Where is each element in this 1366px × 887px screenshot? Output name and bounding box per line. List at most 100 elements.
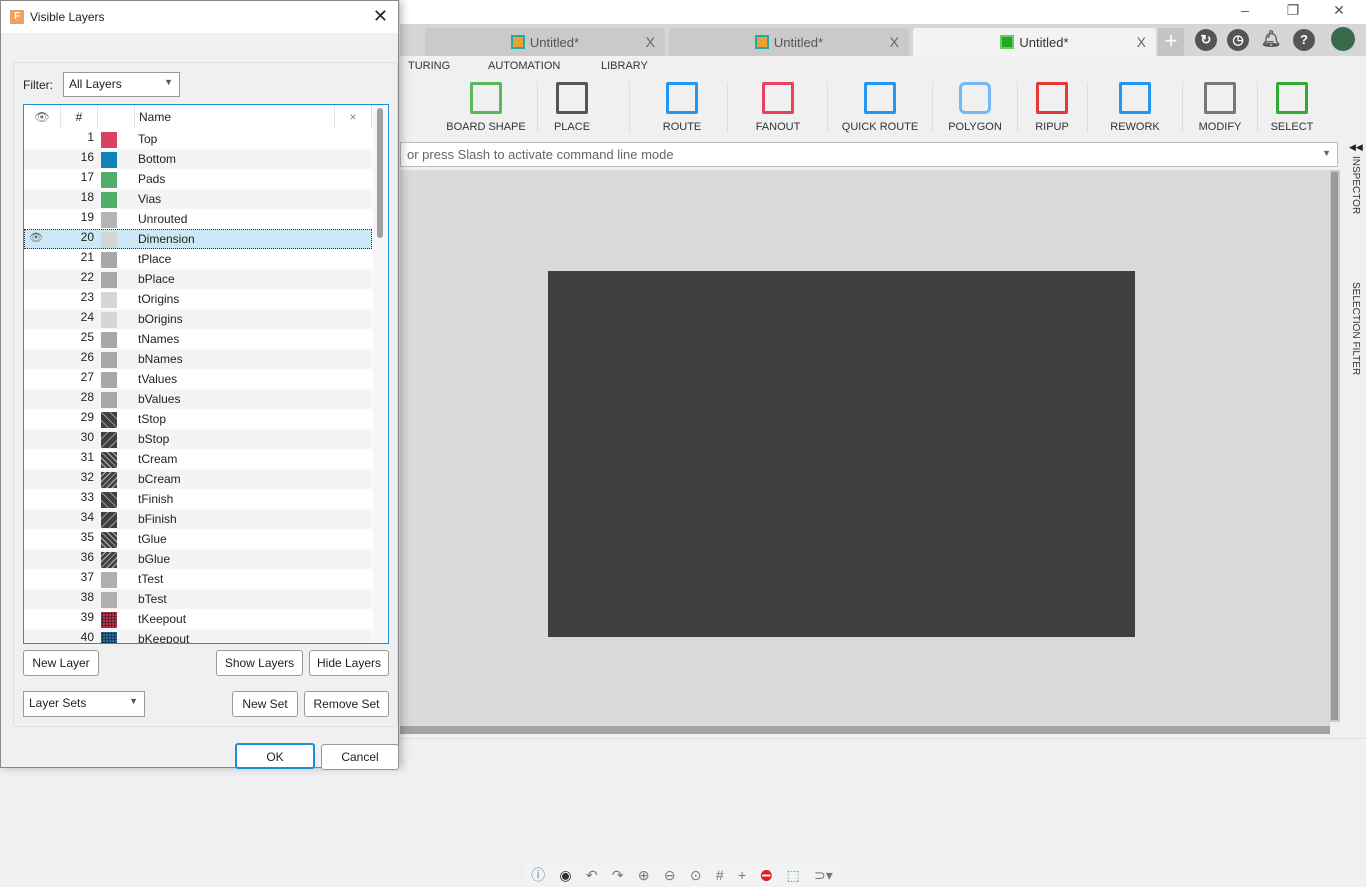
ribbon-polygon[interactable]: POLYGON bbox=[935, 80, 1015, 135]
table-scroll-thumb[interactable] bbox=[377, 108, 383, 238]
ribbon-quick-route[interactable]: QUICK ROUTE bbox=[830, 80, 930, 135]
filter-select[interactable]: All Layers ▼ bbox=[63, 72, 180, 97]
layer-row-tplace[interactable]: 21 tPlace bbox=[24, 249, 372, 269]
name-column-header[interactable]: Name bbox=[135, 105, 335, 129]
layer-color-swatch[interactable] bbox=[101, 272, 117, 288]
info-icon[interactable]: ⓘ bbox=[531, 865, 545, 885]
layer-color-swatch[interactable] bbox=[101, 172, 117, 188]
layer-row-torigins[interactable]: 23 tOrigins bbox=[24, 289, 372, 309]
ribbon-rework[interactable]: REWORK bbox=[1090, 80, 1180, 135]
layer-color-swatch[interactable] bbox=[101, 472, 117, 488]
layer-color-swatch[interactable] bbox=[101, 212, 117, 228]
layer-row-bkeepout[interactable]: 40 bKeepout bbox=[24, 629, 372, 643]
help-icon[interactable]: ? bbox=[1293, 29, 1315, 51]
layer-color-swatch[interactable] bbox=[101, 432, 117, 448]
menu-tab-automation[interactable]: AUTOMATION bbox=[488, 60, 560, 72]
tab-untitled-2[interactable]: Untitled* X bbox=[669, 28, 909, 56]
layer-row-bfinish[interactable]: 34 bFinish bbox=[24, 509, 372, 529]
new-set-button[interactable]: New Set bbox=[232, 691, 298, 717]
bell-icon[interactable]: 🔔︎ bbox=[1260, 29, 1282, 51]
layer-row-tkeepout[interactable]: 39 tKeepout bbox=[24, 609, 372, 629]
collapse-icon[interactable]: ◀◀ bbox=[1349, 142, 1363, 153]
remove-column-header[interactable]: × bbox=[335, 105, 372, 129]
layer-row-unrouted[interactable]: 19 Unrouted bbox=[24, 209, 372, 229]
close-icon[interactable]: ✕ bbox=[373, 6, 388, 27]
layer-row-bvalues[interactable]: 28 bValues bbox=[24, 389, 372, 409]
layer-color-swatch[interactable] bbox=[101, 312, 117, 328]
close-window-button[interactable]: ✕ bbox=[1324, 2, 1354, 22]
layer-color-swatch[interactable] bbox=[101, 532, 117, 548]
number-column-header[interactable]: # bbox=[61, 105, 98, 129]
eye-column-header[interactable]: 👁︎ bbox=[24, 105, 61, 129]
avatar[interactable] bbox=[1331, 27, 1355, 51]
layer-color-swatch[interactable] bbox=[101, 612, 117, 628]
zoom-out-icon[interactable]: ⊖ bbox=[664, 867, 676, 884]
cancel-button[interactable]: Cancel bbox=[321, 744, 399, 770]
layer-row-top[interactable]: 1 Top bbox=[24, 129, 372, 149]
layer-row-bplace[interactable]: 22 bPlace bbox=[24, 269, 372, 289]
zoom-in-icon[interactable]: ⊕ bbox=[638, 867, 650, 884]
history-icon[interactable]: ◷ bbox=[1227, 29, 1249, 51]
layer-color-swatch[interactable] bbox=[101, 552, 117, 568]
layer-row-btest[interactable]: 38 bTest bbox=[24, 589, 372, 609]
route-style-icon[interactable]: ⊃▾ bbox=[814, 867, 833, 884]
select-icon[interactable]: ⬚ bbox=[786, 867, 799, 884]
layer-sets-select[interactable]: Layer Sets ▼ bbox=[23, 691, 145, 717]
remove-set-button[interactable]: Remove Set bbox=[304, 691, 389, 717]
layer-row-borigins[interactable]: 24 bOrigins bbox=[24, 309, 372, 329]
chevron-down-icon[interactable]: ▼ bbox=[1322, 148, 1331, 158]
layer-color-swatch[interactable] bbox=[101, 352, 117, 368]
crosshair-icon[interactable]: + bbox=[738, 867, 746, 883]
hide-layers-button[interactable]: Hide Layers bbox=[309, 650, 389, 676]
layer-color-swatch[interactable] bbox=[101, 492, 117, 508]
board-canvas[interactable]: ⓘ ◉ ↶ ↷ ⊕ ⊖ ⊙ # + ⛔︎ ⬚ ⊃▾ bbox=[400, 170, 1330, 887]
layer-color-swatch[interactable] bbox=[101, 132, 117, 148]
stop-icon[interactable]: ⛔︎ bbox=[760, 867, 772, 884]
layer-row-pads[interactable]: 17 Pads bbox=[24, 169, 372, 189]
ribbon-route[interactable]: ROUTE bbox=[632, 80, 732, 135]
tab-untitled-1[interactable]: Untitled* X bbox=[425, 28, 665, 56]
layer-row-tcream[interactable]: 31 tCream bbox=[24, 449, 372, 469]
selection-filter-tab[interactable]: SELECTION FILTER bbox=[1350, 282, 1361, 375]
layer-color-swatch[interactable] bbox=[101, 232, 117, 248]
layer-row-bnames[interactable]: 26 bNames bbox=[24, 349, 372, 369]
minimize-button[interactable]: – bbox=[1230, 2, 1260, 22]
layer-color-swatch[interactable] bbox=[101, 372, 117, 388]
show-layers-button[interactable]: Show Layers bbox=[216, 650, 303, 676]
close-tab-icon[interactable]: X bbox=[646, 34, 655, 50]
eye-icon[interactable]: ◉ bbox=[559, 867, 571, 884]
eye-icon[interactable]: 👁︎ bbox=[29, 231, 43, 244]
layer-row-bglue[interactable]: 36 bGlue bbox=[24, 549, 372, 569]
layer-row-tglue[interactable]: 35 tGlue bbox=[24, 529, 372, 549]
layer-row-tnames[interactable]: 25 tNames bbox=[24, 329, 372, 349]
ribbon-select[interactable]: SELECT bbox=[1260, 80, 1324, 135]
ribbon-place[interactable]: PLACE bbox=[540, 80, 604, 135]
layer-color-swatch[interactable] bbox=[101, 412, 117, 428]
new-tab-button[interactable]: + bbox=[1158, 28, 1184, 56]
layer-color-swatch[interactable] bbox=[101, 332, 117, 348]
close-tab-icon[interactable]: X bbox=[1137, 34, 1146, 50]
layer-color-swatch[interactable] bbox=[101, 292, 117, 308]
layer-color-swatch[interactable] bbox=[101, 512, 117, 528]
ribbon-fanout[interactable]: FANOUT bbox=[730, 80, 826, 135]
layer-row-dimension[interactable]: 👁︎ 20 Dimension bbox=[24, 229, 372, 249]
layer-color-swatch[interactable] bbox=[101, 632, 117, 643]
restore-button[interactable]: ❐ bbox=[1278, 2, 1308, 22]
ribbon-ripup[interactable]: RIPUP bbox=[1020, 80, 1084, 135]
zoom-fit-icon[interactable]: ⊙ bbox=[690, 867, 702, 884]
layer-row-vias[interactable]: 18 Vias bbox=[24, 189, 372, 209]
layer-color-swatch[interactable] bbox=[101, 392, 117, 408]
layer-color-swatch[interactable] bbox=[101, 572, 117, 588]
vertical-scroll-thumb[interactable] bbox=[1331, 172, 1338, 720]
layer-color-swatch[interactable] bbox=[101, 192, 117, 208]
layer-color-swatch[interactable] bbox=[101, 252, 117, 268]
layer-row-tvalues[interactable]: 27 tValues bbox=[24, 369, 372, 389]
close-tab-icon[interactable]: X bbox=[890, 34, 899, 50]
layer-color-swatch[interactable] bbox=[101, 452, 117, 468]
layer-color-swatch[interactable] bbox=[101, 592, 117, 608]
ribbon-board-shape[interactable]: BOARD SHAPE bbox=[436, 80, 536, 135]
ribbon-modify[interactable]: MODIFY bbox=[1185, 80, 1255, 135]
layer-row-tstop[interactable]: 29 tStop bbox=[24, 409, 372, 429]
pcb-board-outline[interactable] bbox=[548, 271, 1135, 637]
horizontal-scrollbar[interactable] bbox=[400, 726, 1330, 734]
